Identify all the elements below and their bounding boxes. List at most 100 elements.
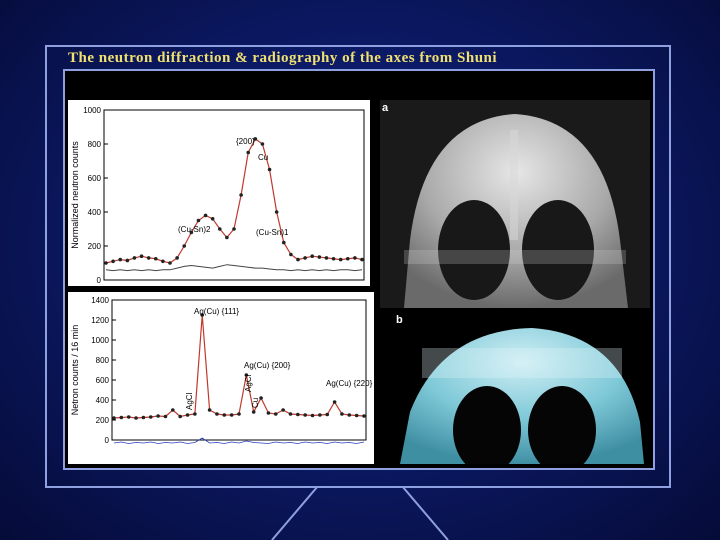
data-point bbox=[182, 244, 187, 248]
annotation-label: {200} bbox=[236, 137, 255, 146]
data-point bbox=[112, 416, 116, 420]
data-point bbox=[274, 210, 279, 214]
data-point bbox=[156, 414, 160, 418]
monitor-stand bbox=[271, 486, 449, 540]
y-tick-label: 800 bbox=[96, 356, 110, 365]
data-point bbox=[267, 167, 272, 172]
y-tick-label: 1000 bbox=[83, 106, 101, 115]
series-line-0 bbox=[105, 138, 363, 264]
data-point bbox=[332, 400, 337, 404]
data-point bbox=[266, 411, 271, 415]
data-point bbox=[132, 256, 137, 260]
data-point bbox=[281, 240, 286, 245]
y-tick-label: 1200 bbox=[91, 316, 109, 325]
data-point bbox=[288, 412, 293, 416]
annotation-label: Ag(Cu) {200} bbox=[244, 361, 291, 370]
data-point bbox=[296, 257, 300, 262]
radiograph-b-label: b bbox=[396, 314, 403, 326]
y-tick-label: 200 bbox=[96, 416, 110, 425]
data-point bbox=[325, 412, 330, 417]
y-axis-label: Normalized neutron counts bbox=[70, 141, 80, 249]
data-point bbox=[237, 412, 241, 416]
data-point bbox=[338, 257, 343, 262]
y-tick-label: 1400 bbox=[91, 296, 109, 305]
data-point bbox=[119, 415, 124, 420]
y-tick-label: 0 bbox=[97, 276, 102, 285]
data-point bbox=[161, 259, 165, 264]
data-point bbox=[207, 408, 212, 412]
data-point bbox=[178, 414, 182, 419]
data-point bbox=[210, 217, 215, 221]
data-point bbox=[196, 218, 201, 223]
annotation-label: Cu bbox=[258, 153, 268, 162]
data-point bbox=[203, 213, 208, 218]
annotation-label: AgCl bbox=[244, 374, 253, 392]
data-point bbox=[134, 416, 138, 420]
y-tick-label: 1000 bbox=[91, 336, 109, 345]
data-point bbox=[310, 413, 315, 418]
data-point bbox=[317, 255, 322, 259]
data-point bbox=[111, 259, 115, 264]
annotation-label: Ag(Cu) {111} bbox=[194, 307, 239, 316]
annotation-label: (Cu-Sn)2 bbox=[178, 225, 211, 234]
data-point bbox=[153, 256, 158, 261]
data-point bbox=[126, 415, 131, 419]
data-point bbox=[163, 414, 168, 419]
series-line-1 bbox=[113, 437, 365, 444]
y-tick-label: 400 bbox=[88, 208, 102, 217]
annotation-label: AgCl bbox=[185, 392, 194, 410]
data-point bbox=[296, 412, 300, 417]
radiograph-a: a bbox=[380, 100, 650, 308]
plot-area bbox=[111, 299, 367, 441]
y-tick-label: 600 bbox=[88, 174, 102, 183]
axe-radiograph-a bbox=[380, 100, 650, 308]
data-point bbox=[362, 414, 366, 418]
data-point bbox=[185, 413, 190, 417]
data-point bbox=[324, 256, 329, 260]
data-point bbox=[347, 413, 352, 417]
y-tick-label: 600 bbox=[96, 376, 110, 385]
data-point bbox=[171, 408, 175, 412]
annotation-label: (Cu-Sn)1 bbox=[256, 228, 289, 237]
y-tick-label: 200 bbox=[88, 242, 102, 251]
data-point bbox=[345, 256, 350, 261]
diffraction-chart-top: Normalized neutron counts 0 200 400 600 800 10… bbox=[68, 100, 370, 286]
data-point bbox=[239, 193, 243, 197]
data-point bbox=[246, 150, 251, 155]
data-point bbox=[273, 412, 278, 416]
data-point bbox=[318, 413, 322, 417]
data-point bbox=[225, 235, 229, 240]
data-point bbox=[260, 142, 265, 146]
data-point bbox=[303, 256, 307, 260]
data-point bbox=[360, 257, 364, 262]
data-point bbox=[104, 261, 108, 265]
data-point bbox=[354, 413, 359, 418]
data-point bbox=[139, 254, 144, 258]
series-line-1 bbox=[105, 264, 363, 272]
data-point bbox=[289, 252, 293, 257]
annotation-label: Ag(Cu) {220} bbox=[326, 379, 373, 388]
data-point bbox=[229, 413, 234, 417]
data-point bbox=[303, 413, 307, 417]
y-tick-label: 0 bbox=[105, 436, 110, 445]
data-point bbox=[281, 408, 285, 412]
data-point bbox=[215, 412, 219, 416]
data-point bbox=[125, 258, 130, 263]
diffraction-chart-bottom: Netron counts / 16 min 0 200 400 600 800 1000 1… bbox=[68, 292, 374, 464]
plot-area bbox=[103, 109, 365, 281]
data-point bbox=[217, 227, 222, 231]
data-point bbox=[340, 412, 344, 416]
data-point bbox=[141, 415, 146, 420]
data-point bbox=[168, 261, 172, 265]
data-point bbox=[118, 257, 123, 262]
data-point bbox=[148, 415, 153, 419]
data-point bbox=[353, 256, 357, 260]
data-point bbox=[331, 256, 336, 261]
y-tick-label: 400 bbox=[96, 396, 110, 405]
data-point bbox=[222, 413, 227, 417]
radiograph-a-label: a bbox=[382, 102, 389, 114]
radiograph-b: b bbox=[392, 312, 650, 464]
series-line-0 bbox=[113, 314, 365, 419]
diffraction-chart-top-svg: Normalized neutron counts 0 200 400 600 800 10… bbox=[70, 106, 365, 285]
axe-radiograph-b bbox=[392, 312, 650, 464]
